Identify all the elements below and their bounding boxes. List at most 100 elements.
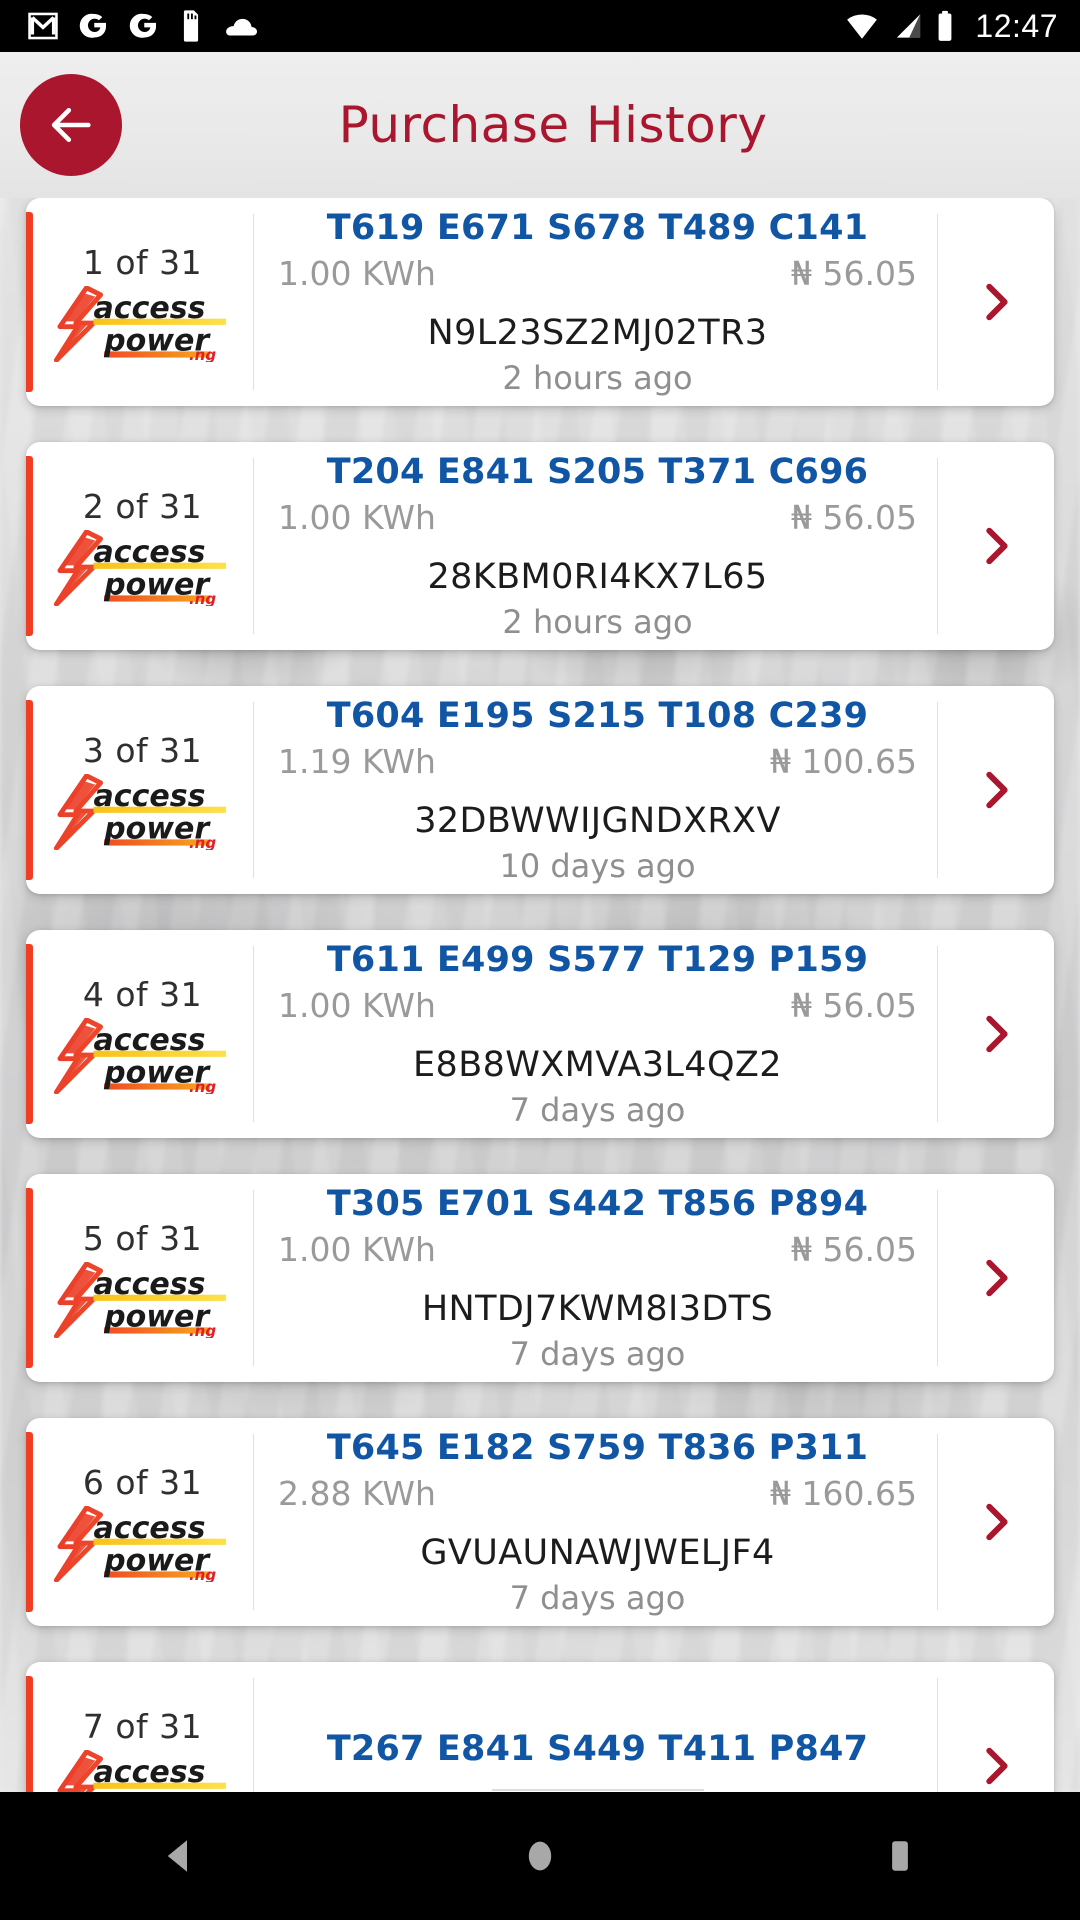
card-details: T267 E841 S449 T411 P847 <box>254 1678 938 1792</box>
card-accent-bar <box>26 1188 33 1368</box>
purchase-card-3[interactable]: 3 of 31 access power .ng T604 E195 S215 … <box>26 686 1054 894</box>
svg-text:access: access <box>93 1022 205 1057</box>
svg-text:access: access <box>93 290 205 325</box>
token-value: 28KBM0RI4KX7L65 <box>427 556 768 597</box>
battery-icon <box>939 10 952 41</box>
chevron-right-icon <box>986 771 1008 809</box>
token-value: GVUAUNAWJWELJF4 <box>420 1532 775 1573</box>
card-open-chevron[interactable] <box>938 1174 1054 1382</box>
token-value: N9L23SZ2MJ02TR3 <box>427 312 768 353</box>
access-power-logo: access power .ng <box>53 529 226 606</box>
gmail-icon <box>28 12 58 40</box>
chevron-right-icon <box>986 1015 1008 1053</box>
access-power-logo: access power .ng <box>53 285 226 362</box>
app-header: Purchase History <box>0 52 1080 198</box>
svg-text:access: access <box>93 1510 205 1545</box>
card-open-chevron[interactable] <box>938 1662 1054 1792</box>
status-bar-notification-icons <box>26 9 845 43</box>
svg-text:.ng: .ng <box>188 1078 215 1094</box>
amount-value: ₦ 160.65 <box>770 1473 917 1513</box>
card-details: T604 E195 S215 T108 C239 1.19 KWh ₦ 100.… <box>254 696 938 885</box>
card-open-chevron[interactable] <box>938 930 1054 1138</box>
svg-text:access: access <box>93 534 205 569</box>
circle-home-icon <box>528 1841 552 1871</box>
card-accent-bar <box>26 212 33 392</box>
card-index-label: 5 of 31 <box>82 1218 203 1258</box>
square-recents-icon <box>892 1841 908 1871</box>
card-index-label: 1 of 31 <box>82 242 203 282</box>
card-accent-bar <box>26 1676 33 1792</box>
card-details: T645 E182 S759 T836 P311 2.88 KWh ₦ 160.… <box>254 1428 938 1617</box>
cellular-signal-icon <box>897 14 921 38</box>
kwh-amount-row: 2.88 KWh ₦ 160.65 <box>268 1474 927 1513</box>
card-accent-bar <box>26 944 33 1124</box>
svg-text:access: access <box>93 1754 205 1789</box>
status-bar-clock: 12:47 <box>975 7 1058 44</box>
card-left-column: 1 of 31 access power .ng <box>26 214 254 390</box>
purchase-card-7[interactable]: 7 of 31 access T267 E841 S449 T411 P847 <box>26 1662 1054 1792</box>
arrow-left-icon <box>51 107 91 143</box>
chevron-right-icon <box>986 1259 1008 1297</box>
kwh-amount-row: 1.00 KWh ₦ 56.05 <box>268 254 927 293</box>
card-open-chevron[interactable] <box>938 442 1054 650</box>
purchase-card-1[interactable]: 1 of 31 access power .ng T619 E671 S678 … <box>26 198 1054 406</box>
recents-nav-button[interactable] <box>835 1792 965 1920</box>
time-ago: 7 days ago <box>509 1334 686 1373</box>
svg-text:access: access <box>93 778 205 813</box>
card-left-column: 6 of 31 access power .ng <box>26 1434 254 1610</box>
svg-text:.ng: .ng <box>188 1566 215 1582</box>
back-button[interactable] <box>20 74 122 176</box>
purchase-card-5[interactable]: 5 of 31 access power .ng T305 E701 S442 … <box>26 1174 1054 1382</box>
kwh-value: 1.00 KWh <box>278 497 436 537</box>
kwh-amount-row: 1.00 KWh ₦ 56.05 <box>268 498 927 537</box>
kwh-value: 1.00 KWh <box>278 985 436 1025</box>
chevron-right-icon <box>986 527 1008 565</box>
card-left-column: 7 of 31 access <box>26 1678 254 1792</box>
time-ago: 2 hours ago <box>502 602 693 641</box>
amount-value: ₦ 56.05 <box>791 1229 917 1269</box>
kwh-value: 1.00 KWh <box>278 253 436 293</box>
card-index-label: 6 of 31 <box>82 1462 203 1502</box>
card-open-chevron[interactable] <box>938 686 1054 894</box>
status-bar-system-icons: 12:47 <box>845 8 1058 45</box>
meter-number: T305 E701 S442 T856 P894 <box>326 1183 869 1224</box>
access-power-logo: access power .ng <box>53 1261 226 1338</box>
time-ago: 7 days ago <box>509 1578 686 1617</box>
card-open-chevron[interactable] <box>938 1418 1054 1626</box>
meter-number: T645 E182 S759 T836 P311 <box>326 1427 869 1468</box>
amount-value: ₦ 56.05 <box>791 497 917 537</box>
page-title: Purchase History <box>338 96 768 154</box>
time-ago: 10 days ago <box>499 846 696 885</box>
chevron-right-icon <box>986 1747 1008 1785</box>
purchase-card-6[interactable]: 6 of 31 access power .ng T645 E182 S759 … <box>26 1418 1054 1626</box>
access-power-logo: access power .ng <box>53 773 226 850</box>
kwh-amount-row: 1.19 KWh ₦ 100.65 <box>268 742 927 781</box>
card-open-chevron[interactable] <box>938 198 1054 406</box>
time-ago: 7 days ago <box>509 1090 686 1129</box>
sd-card-icon <box>183 10 199 42</box>
card-accent-bar <box>26 456 33 636</box>
purchase-card-2[interactable]: 2 of 31 access power .ng T204 E841 S205 … <box>26 442 1054 650</box>
wifi-icon <box>847 14 878 39</box>
card-details: T204 E841 S205 T371 C696 1.00 KWh ₦ 56.0… <box>254 452 938 641</box>
card-left-column: 2 of 31 access power .ng <box>26 458 254 634</box>
svg-text:.ng: .ng <box>188 834 215 850</box>
svg-text:.ng: .ng <box>188 590 215 606</box>
card-left-column: 4 of 31 access power .ng <box>26 946 254 1122</box>
purchase-card-4[interactable]: 4 of 31 access power .ng T611 E499 S577 … <box>26 930 1054 1138</box>
svg-text:.ng: .ng <box>188 1322 215 1338</box>
kwh-amount-row: 1.00 KWh ₦ 56.05 <box>268 1230 927 1269</box>
card-index-label: 4 of 31 <box>82 974 203 1014</box>
svg-text:.ng: .ng <box>188 346 215 362</box>
card-details: T619 E671 S678 T489 C141 1.00 KWh ₦ 56.0… <box>254 208 938 397</box>
chevron-right-icon <box>986 283 1008 321</box>
purchase-history-list[interactable]: 1 of 31 access power .ng T619 E671 S678 … <box>0 198 1080 1792</box>
home-nav-button[interactable] <box>475 1792 605 1920</box>
access-power-logo: access power .ng <box>53 1505 226 1582</box>
app-body: Purchase History 1 of 31 access power .n… <box>0 52 1080 1792</box>
meter-number: T604 E195 S215 T108 C239 <box>326 695 869 736</box>
token-divider <box>491 1789 704 1791</box>
chevron-right-icon <box>986 1503 1008 1541</box>
kwh-value: 1.19 KWh <box>278 741 436 781</box>
back-nav-button[interactable] <box>115 1792 245 1920</box>
